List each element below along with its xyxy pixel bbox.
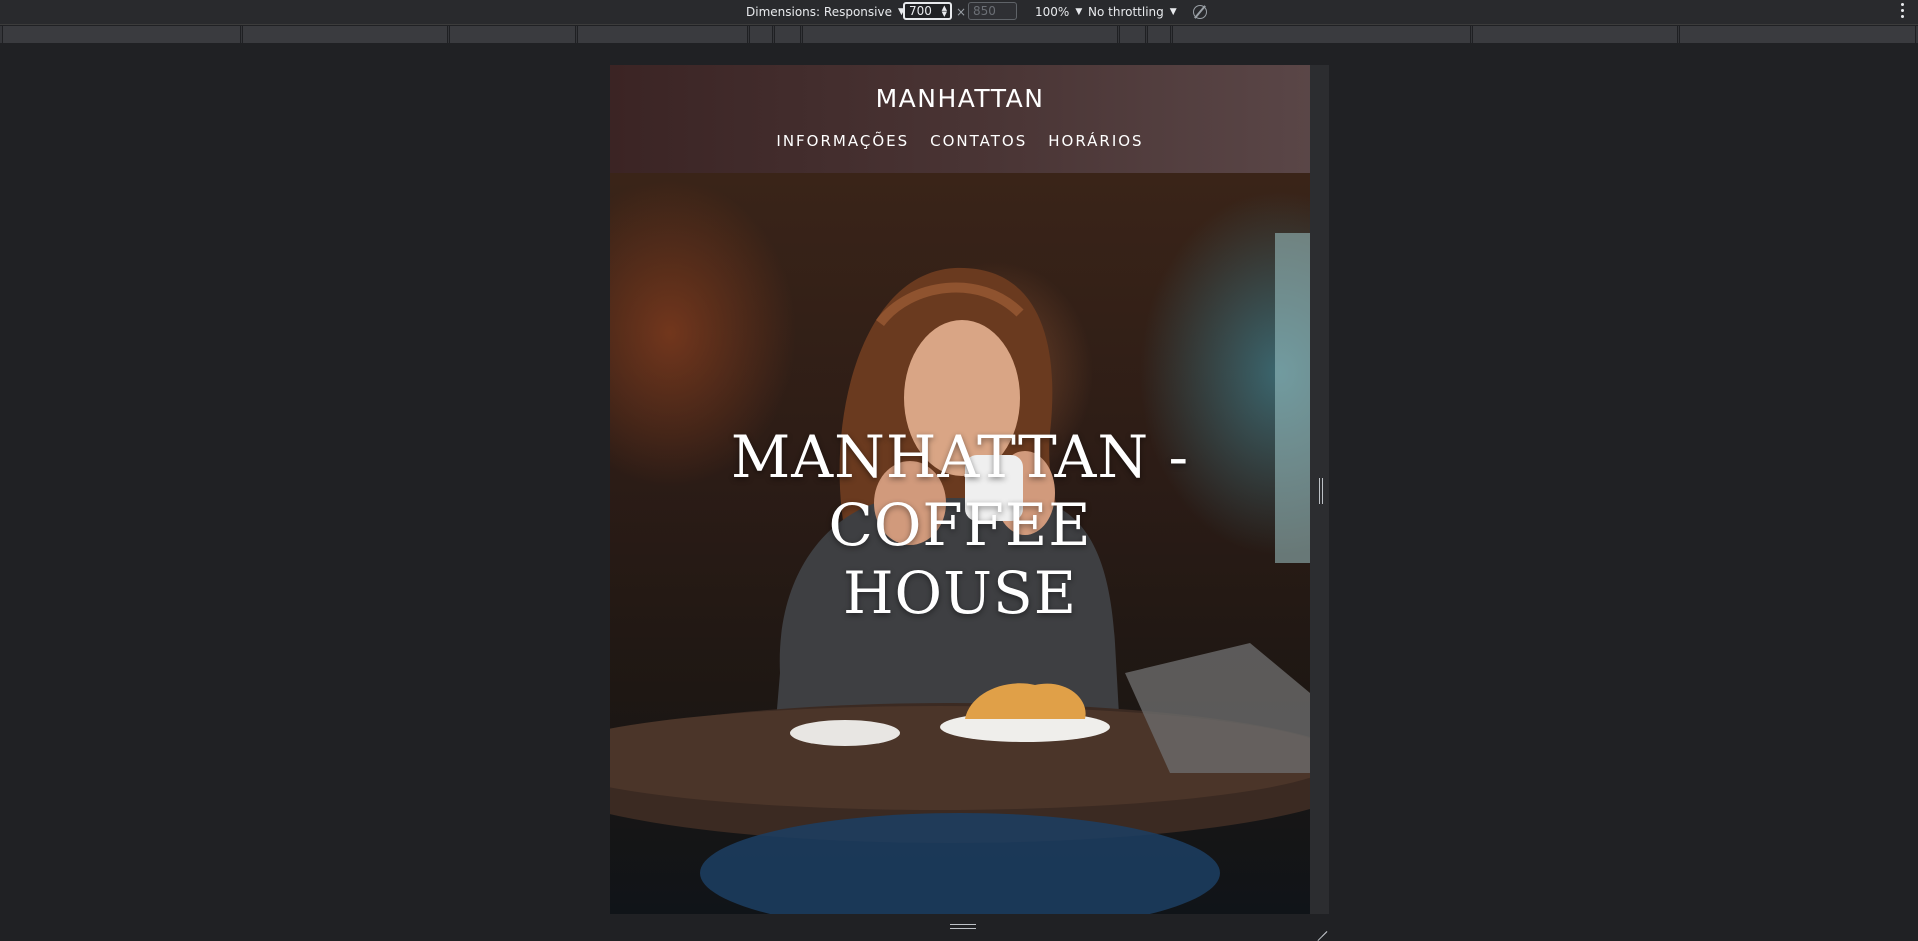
rotate-icon bbox=[1193, 5, 1207, 19]
chevron-down-icon: ▼ bbox=[1075, 7, 1083, 17]
hero-section: MANHATTAN - COFFEE HOUSE bbox=[610, 173, 1310, 914]
width-value: 700 bbox=[909, 4, 932, 18]
dimensions-dropdown[interactable]: Dimensions: Responsive ▼ bbox=[746, 0, 905, 24]
more-options-icon[interactable] bbox=[1901, 3, 1904, 18]
device-toolbar: Dimensions: Responsive ▼ 700 ▲ ▼ × 850 10… bbox=[0, 0, 1918, 25]
emulated-page: MANHATTAN INFORMAÇÕES CONTATOS HORÁRIOS bbox=[610, 65, 1310, 914]
media-query-bar bbox=[0, 26, 1918, 43]
dimensions-label: Dimensions: Responsive bbox=[746, 5, 892, 19]
media-query-segment[interactable] bbox=[1679, 26, 1916, 43]
media-query-segment[interactable] bbox=[577, 26, 748, 43]
nav-link-contatos[interactable]: CONTATOS bbox=[930, 132, 1027, 150]
hero-title-line-2: HOUSE bbox=[842, 559, 1078, 627]
media-query-segment[interactable] bbox=[802, 26, 1118, 43]
site-header: MANHATTAN INFORMAÇÕES CONTATOS HORÁRIOS bbox=[610, 65, 1310, 173]
times-symbol: × bbox=[956, 5, 967, 19]
media-query-segment[interactable] bbox=[1472, 26, 1678, 43]
resize-handle-bottom[interactable] bbox=[950, 924, 976, 929]
width-input[interactable]: 700 ▲ ▼ bbox=[903, 2, 952, 20]
nav-link-informacoes[interactable]: INFORMAÇÕES bbox=[776, 132, 909, 150]
hero-title-line-1: MANHATTAN - COFFEE bbox=[730, 423, 1190, 559]
media-query-segment[interactable] bbox=[1172, 26, 1471, 43]
throttling-label: No throttling bbox=[1088, 5, 1164, 19]
brand-logo[interactable]: MANHATTAN bbox=[610, 65, 1310, 111]
height-input[interactable]: 850 bbox=[968, 2, 1017, 20]
nav-link-horarios[interactable]: HORÁRIOS bbox=[1048, 132, 1143, 150]
zoom-dropdown[interactable]: 100% ▼ bbox=[1035, 0, 1082, 24]
chevron-down-icon: ▼ bbox=[1169, 7, 1177, 17]
resize-handle-right[interactable] bbox=[1319, 478, 1323, 504]
resize-handle-corner[interactable] bbox=[1315, 920, 1327, 932]
throttling-dropdown[interactable]: No throttling ▼ bbox=[1088, 0, 1177, 24]
rotate-button[interactable] bbox=[1193, 0, 1207, 24]
saucer bbox=[790, 720, 900, 746]
media-query-segment[interactable] bbox=[2, 26, 241, 43]
media-query-segment[interactable] bbox=[1119, 26, 1146, 43]
media-query-segment[interactable] bbox=[449, 26, 576, 43]
stepper-icon[interactable]: ▲ ▼ bbox=[942, 4, 947, 18]
media-query-segment[interactable] bbox=[1147, 26, 1171, 43]
main-nav: INFORMAÇÕES CONTATOS HORÁRIOS bbox=[610, 132, 1310, 150]
height-placeholder: 850 bbox=[973, 4, 996, 18]
zoom-label: 100% bbox=[1035, 5, 1070, 19]
media-query-segment[interactable] bbox=[242, 26, 448, 43]
times-separator: × bbox=[956, 0, 966, 24]
media-query-segment[interactable] bbox=[749, 26, 773, 43]
media-query-segment[interactable] bbox=[774, 26, 801, 43]
hero-title: MANHATTAN - COFFEE HOUSE bbox=[610, 423, 1310, 627]
